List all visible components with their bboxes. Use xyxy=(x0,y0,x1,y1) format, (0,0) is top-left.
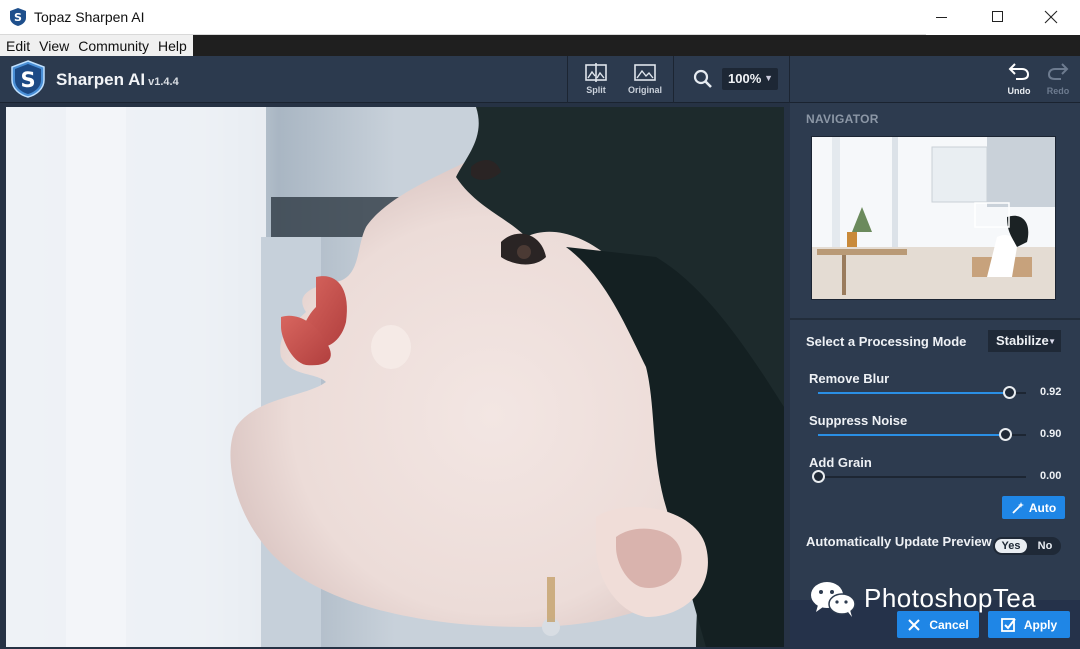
menu-bar: Edit View Community Help xyxy=(0,35,1080,56)
processing-mode-value: Stabilize xyxy=(996,333,1049,348)
processing-mode-label: Select a Processing Mode xyxy=(806,334,967,349)
apply-button-label: Apply xyxy=(1023,617,1058,632)
menu-community[interactable]: Community xyxy=(78,38,149,54)
topaz-app-icon: S xyxy=(10,8,26,26)
suppress-noise-value: 0.90 xyxy=(1040,428,1062,440)
header-divider xyxy=(567,56,568,103)
watermark: PhotoshopTea xyxy=(808,578,1036,618)
window-title: Topaz Sharpen AI xyxy=(34,9,145,25)
original-label: Original xyxy=(627,85,662,95)
settings-panel: NAVIGATOR Select a Processing Mode Stabi… xyxy=(790,103,1080,649)
app-header: S Sharpen AI v1.4.4 Split Original xyxy=(0,56,1080,103)
app-name: Sharpen AI xyxy=(56,70,146,89)
redo-button[interactable]: Redo xyxy=(1041,62,1075,96)
navigator-thumbnail[interactable] xyxy=(811,136,1056,300)
navigator-title: NAVIGATOR xyxy=(806,112,879,126)
menu-items: Edit View Community Help xyxy=(0,35,193,56)
split-label: Split xyxy=(586,85,606,95)
zoom-level-value: 100% xyxy=(728,71,762,86)
remove-blur-value: 0.92 xyxy=(1040,386,1062,398)
add-grain-label: Add Grain xyxy=(809,455,872,470)
wechat-icon xyxy=(811,582,856,617)
menu-view[interactable]: View xyxy=(39,38,69,54)
auto-button[interactable]: Auto xyxy=(1002,496,1065,519)
redo-icon xyxy=(1047,63,1069,80)
auto-update-no[interactable]: No xyxy=(1031,539,1059,553)
redo-label: Redo xyxy=(1046,86,1070,96)
remove-blur-label: Remove Blur xyxy=(809,371,890,386)
suppress-noise-fill xyxy=(818,434,1006,436)
remove-blur-fill xyxy=(818,392,1010,394)
add-grain-slider[interactable] xyxy=(812,470,1026,483)
add-grain-value: 0.00 xyxy=(1040,470,1062,482)
undo-button[interactable]: Undo xyxy=(1002,62,1036,96)
header-divider xyxy=(789,56,790,103)
auto-update-label: Automatically Update Preview xyxy=(806,534,992,549)
watermark-text: PhotoshopTea xyxy=(864,582,1037,613)
original-view-icon xyxy=(634,64,656,81)
magic-wand-icon xyxy=(1012,501,1024,514)
zoom-magnifier-icon[interactable] xyxy=(693,69,713,89)
header-divider xyxy=(673,56,674,103)
cancel-button-label: Cancel xyxy=(929,617,969,632)
remove-blur-slider[interactable] xyxy=(818,386,1026,399)
image-preview-area[interactable] xyxy=(0,103,790,649)
navigator-photo[interactable] xyxy=(812,137,1056,300)
app-brand: Sharpen AI v1.4.4 xyxy=(56,70,179,90)
suppress-noise-slider[interactable] xyxy=(818,428,1026,441)
undo-icon xyxy=(1008,63,1030,80)
preview-photo[interactable] xyxy=(6,107,784,647)
panel-divider xyxy=(790,318,1080,320)
suppress-noise-label: Suppress Noise xyxy=(809,413,908,428)
window-titlebar: S Topaz Sharpen AI xyxy=(0,0,1080,35)
svg-text:S: S xyxy=(14,11,22,24)
svg-text:S: S xyxy=(20,68,35,92)
apply-check-icon xyxy=(1000,618,1016,632)
window-controls xyxy=(926,0,1080,35)
chevron-down-icon: ▼ xyxy=(1048,337,1056,346)
undo-label: Undo xyxy=(1007,86,1031,96)
close-icon xyxy=(908,618,921,631)
remove-blur-handle[interactable] xyxy=(1003,386,1017,399)
auto-button-label: Auto xyxy=(1028,500,1057,515)
auto-update-yes[interactable]: Yes xyxy=(995,539,1027,553)
add-grain-handle[interactable] xyxy=(812,470,825,483)
menu-help[interactable]: Help xyxy=(158,38,187,54)
processing-mode-select[interactable]: Stabilize ▼ xyxy=(988,330,1061,352)
split-view-button[interactable]: Split xyxy=(571,61,621,101)
split-view-icon xyxy=(585,63,607,82)
chevron-down-icon: ▼ xyxy=(764,73,773,83)
zoom-level-select[interactable]: 100% ▼ xyxy=(722,68,778,90)
app-version: v1.4.4 xyxy=(148,76,179,88)
sharpen-logo-icon: S xyxy=(11,60,45,98)
menu-edit[interactable]: Edit xyxy=(6,38,30,54)
original-view-button[interactable]: Original xyxy=(620,61,670,101)
auto-update-toggle[interactable]: Yes No xyxy=(993,537,1061,555)
suppress-noise-handle[interactable] xyxy=(999,428,1013,441)
